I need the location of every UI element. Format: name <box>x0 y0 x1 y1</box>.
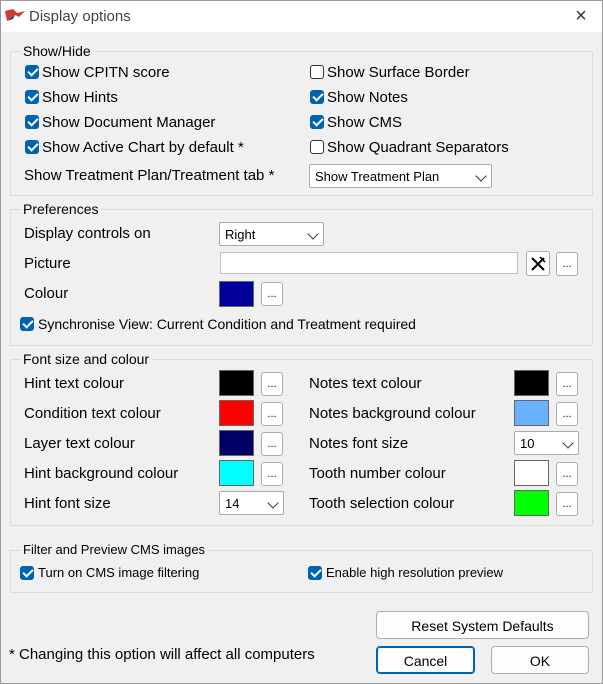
picture-label: Picture <box>24 255 71 272</box>
show-surface-border-label: Show Surface Border <box>327 64 470 81</box>
tooth-number-colour-label: Tooth number colour <box>309 465 446 482</box>
title-bar: Display options × <box>1 1 602 32</box>
show-quadrant-separators-checkbox[interactable] <box>310 140 324 154</box>
hint-text-colour-button[interactable]: ... <box>261 372 283 396</box>
layer-text-colour-label: Layer text colour <box>24 435 135 452</box>
colour-picker-button[interactable]: ... <box>261 282 283 306</box>
condition-text-colour-label: Condition text colour <box>24 405 161 422</box>
show-cpitn-score-checkbox[interactable] <box>25 65 39 79</box>
ok-button[interactable]: OK <box>491 646 589 674</box>
treatment-tab-select[interactable]: Show Treatment Plan <box>309 164 492 188</box>
show-notes-checkbox[interactable] <box>310 90 324 104</box>
notes-font-size-label: Notes font size <box>309 435 409 452</box>
show-active-chart-label: Show Active Chart by default * <box>42 139 244 156</box>
tooth-number-colour-swatch[interactable] <box>514 460 549 486</box>
chevron-down-icon <box>475 170 487 182</box>
picture-input[interactable] <box>220 252 518 274</box>
synchronise-view-label: Synchronise View: Current Condition and … <box>38 316 416 332</box>
cms-filtering-label: Turn on CMS image filtering <box>38 565 200 580</box>
footer-note: * Changing this option will affect all c… <box>9 646 315 663</box>
display-controls-value: Right <box>225 227 256 242</box>
show-cpitn-score-label: Show CPITN score <box>42 64 170 81</box>
notes-text-colour-button[interactable]: ... <box>556 372 578 396</box>
display-options-dialog: Display options × Show/Hide Show CPITN s… <box>0 0 603 684</box>
browse-picture-button[interactable]: ... <box>556 252 578 276</box>
tooth-selection-colour-swatch[interactable] <box>514 490 549 516</box>
cancel-button[interactable]: Cancel <box>376 646 475 674</box>
window-title: Display options <box>29 8 131 25</box>
cms-images-legend: Filter and Preview CMS images <box>21 542 208 557</box>
colour-label: Colour <box>24 285 69 302</box>
show-cms-label: Show CMS <box>327 114 403 131</box>
high-resolution-preview-checkbox[interactable] <box>308 566 322 580</box>
treatment-tab-label: Show Treatment Plan/Treatment tab * <box>24 167 275 184</box>
tooth-number-colour-button[interactable]: ... <box>556 462 578 486</box>
show-quadrant-separators-label: Show Quadrant Separators <box>327 139 509 156</box>
condition-text-colour-button[interactable]: ... <box>261 402 283 426</box>
treatment-tab-value: Show Treatment Plan <box>315 169 440 184</box>
show-cms-checkbox[interactable] <box>310 115 324 129</box>
hint-font-size-select[interactable]: 14 <box>219 491 284 515</box>
preferences-legend: Preferences <box>21 201 101 217</box>
tooth-selection-colour-button[interactable]: ... <box>556 492 578 516</box>
hint-font-size-value: 14 <box>225 496 240 511</box>
notes-text-colour-swatch[interactable] <box>514 370 549 396</box>
layer-text-colour-swatch[interactable] <box>219 430 254 456</box>
colour-swatch[interactable] <box>219 281 254 307</box>
chevron-down-icon <box>267 497 279 509</box>
synchronise-view-checkbox[interactable] <box>20 317 34 331</box>
close-icon[interactable]: × <box>570 6 592 26</box>
show-hints-label: Show Hints <box>42 89 118 106</box>
show-hints-checkbox[interactable] <box>25 90 39 104</box>
chevron-down-icon <box>562 437 574 449</box>
show-notes-label: Show Notes <box>327 89 408 106</box>
reset-system-defaults-button[interactable]: Reset System Defaults <box>376 611 589 639</box>
show-active-chart-checkbox[interactable] <box>25 140 39 154</box>
show-document-manager-checkbox[interactable] <box>25 115 39 129</box>
notes-background-colour-button[interactable]: ... <box>556 402 578 426</box>
hint-background-colour-button[interactable]: ... <box>261 462 283 486</box>
show-hide-legend: Show/Hide <box>21 43 93 59</box>
hint-background-colour-label: Hint background colour <box>24 465 179 482</box>
hint-background-colour-swatch[interactable] <box>219 460 254 486</box>
display-controls-label: Display controls on <box>24 225 151 242</box>
notes-background-colour-swatch[interactable] <box>514 400 549 426</box>
condition-text-colour-swatch[interactable] <box>219 400 254 426</box>
app-logo-icon <box>5 9 25 21</box>
hint-text-colour-swatch[interactable] <box>219 370 254 396</box>
notes-text-colour-label: Notes text colour <box>309 375 422 392</box>
notes-background-colour-label: Notes background colour <box>309 405 476 422</box>
tooth-selection-colour-label: Tooth selection colour <box>309 495 455 512</box>
clear-picture-icon <box>531 256 546 271</box>
show-document-manager-label: Show Document Manager <box>42 114 216 131</box>
display-controls-select[interactable]: Right <box>219 222 324 246</box>
notes-font-size-value: 10 <box>520 436 535 451</box>
layer-text-colour-button[interactable]: ... <box>261 432 283 456</box>
font-size-colour-legend: Font size and colour <box>21 351 152 367</box>
high-resolution-preview-label: Enable high resolution preview <box>326 565 504 580</box>
clear-picture-button[interactable] <box>526 251 550 276</box>
hint-font-size-label: Hint font size <box>24 495 111 512</box>
show-surface-border-checkbox[interactable] <box>310 65 324 79</box>
chevron-down-icon <box>307 228 319 240</box>
hint-text-colour-label: Hint text colour <box>24 375 125 392</box>
cms-filtering-checkbox[interactable] <box>20 566 34 580</box>
notes-font-size-select[interactable]: 10 <box>514 431 579 455</box>
